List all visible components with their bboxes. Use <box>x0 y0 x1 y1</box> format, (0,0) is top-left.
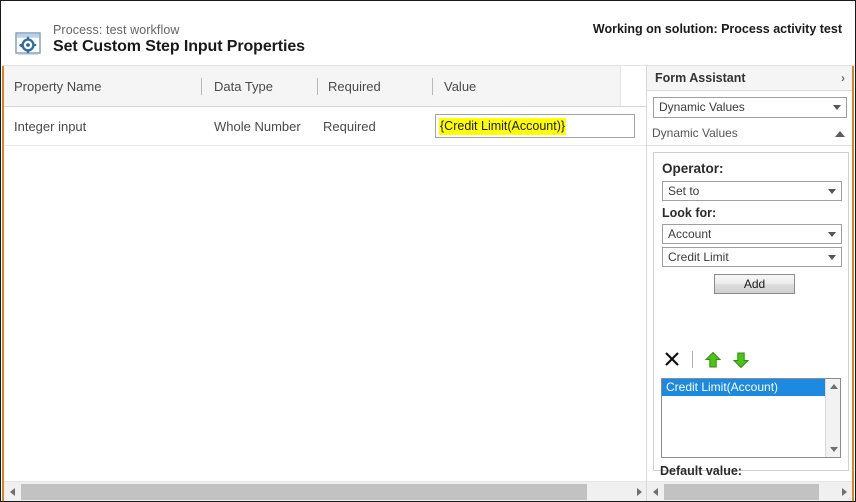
list-item[interactable]: Credit Limit(Account) <box>662 379 825 396</box>
chevron-down-icon <box>833 105 841 110</box>
close-x-icon[interactable] <box>662 349 682 369</box>
form-assistant-horizontal-scrollbar[interactable] <box>647 481 853 502</box>
chevron-up-icon[interactable] <box>835 131 845 137</box>
grid-horizontal-scrollbar[interactable] <box>4 481 648 502</box>
process-label: Process: test workflow <box>53 23 180 37</box>
list-toolbar <box>662 349 842 371</box>
default-value-label: Default value: <box>660 464 742 478</box>
cell-data-type: Whole Number <box>214 119 301 134</box>
triangle-right-icon[interactable] <box>836 482 853 501</box>
dynamic-values-section-label: Dynamic Values <box>652 126 738 140</box>
column-header-property-name[interactable]: Property Name <box>14 79 101 94</box>
page-header: Process: test workflow Set Custom Step I… <box>2 2 856 66</box>
add-button[interactable]: Add <box>714 274 795 294</box>
operator-label: Operator: <box>662 161 724 176</box>
cell-property-name: Integer input <box>14 119 86 134</box>
triangle-down-icon[interactable] <box>826 442 841 457</box>
chevron-down-icon <box>828 189 836 194</box>
grid-scroll-thumb[interactable] <box>21 484 587 500</box>
application-window: Process: test workflow Set Custom Step I… <box>0 0 856 502</box>
grid-header-row: Property Name Data Type Required Value <box>4 66 648 107</box>
list-vertical-scrollbar[interactable] <box>825 379 840 457</box>
operator-value: Set to <box>668 184 699 198</box>
chevron-down-icon <box>828 232 836 237</box>
look-for-entity-select[interactable]: Account <box>662 224 842 244</box>
table-row[interactable]: Integer input Whole Number Required {Cre… <box>4 107 648 146</box>
form-assistant-title: Form Assistant <box>655 71 746 85</box>
arrow-down-icon[interactable] <box>732 351 750 369</box>
operator-select[interactable]: Set to <box>662 181 842 201</box>
triangle-up-icon[interactable] <box>826 379 841 394</box>
solution-label: Working on solution: Process activity te… <box>593 22 842 36</box>
column-header-required[interactable]: Required <box>328 79 381 94</box>
assistant-mode-select[interactable]: Dynamic Values <box>653 97 847 118</box>
look-for-entity-value: Account <box>668 227 711 241</box>
column-divider[interactable] <box>317 78 318 95</box>
column-header-data-type[interactable]: Data Type <box>214 79 273 94</box>
properties-grid: Property Name Data Type Required Value I… <box>2 66 648 502</box>
look-for-field-select[interactable]: Credit Limit <box>662 247 842 267</box>
page-title: Set Custom Step Input Properties <box>53 38 305 56</box>
chevron-right-icon[interactable]: › <box>841 71 845 85</box>
triangle-left-icon[interactable] <box>4 482 21 501</box>
assistant-mode-value: Dynamic Values <box>659 100 745 114</box>
look-for-field-value: Credit Limit <box>668 250 729 264</box>
form-assistant-panel: Form Assistant › Dynamic Values Dynamic … <box>646 66 854 502</box>
column-divider[interactable] <box>201 78 202 95</box>
dynamic-values-panel: Operator: Set to Look for: Account Credi… <box>653 152 849 471</box>
dynamic-values-list[interactable]: Credit Limit(Account) <box>661 378 841 458</box>
value-token: {Credit Limit(Account)} <box>439 118 566 135</box>
triangle-left-icon[interactable] <box>647 482 664 501</box>
value-input[interactable]: {Credit Limit(Account)} <box>435 114 635 138</box>
dynamic-values-section-header[interactable]: Dynamic Values <box>647 122 853 146</box>
chevron-down-icon <box>828 255 836 260</box>
column-divider[interactable] <box>432 78 433 95</box>
form-assistant-header: Form Assistant › <box>647 66 853 91</box>
grid-header-tail <box>620 66 648 106</box>
toolbar-divider <box>692 351 693 368</box>
look-for-label: Look for: <box>662 206 716 220</box>
column-header-value[interactable]: Value <box>444 79 476 94</box>
fa-scroll-thumb[interactable] <box>664 484 819 500</box>
process-step-gear-icon <box>13 28 43 58</box>
arrow-up-icon[interactable] <box>704 351 722 369</box>
cell-required: Required <box>323 119 376 134</box>
